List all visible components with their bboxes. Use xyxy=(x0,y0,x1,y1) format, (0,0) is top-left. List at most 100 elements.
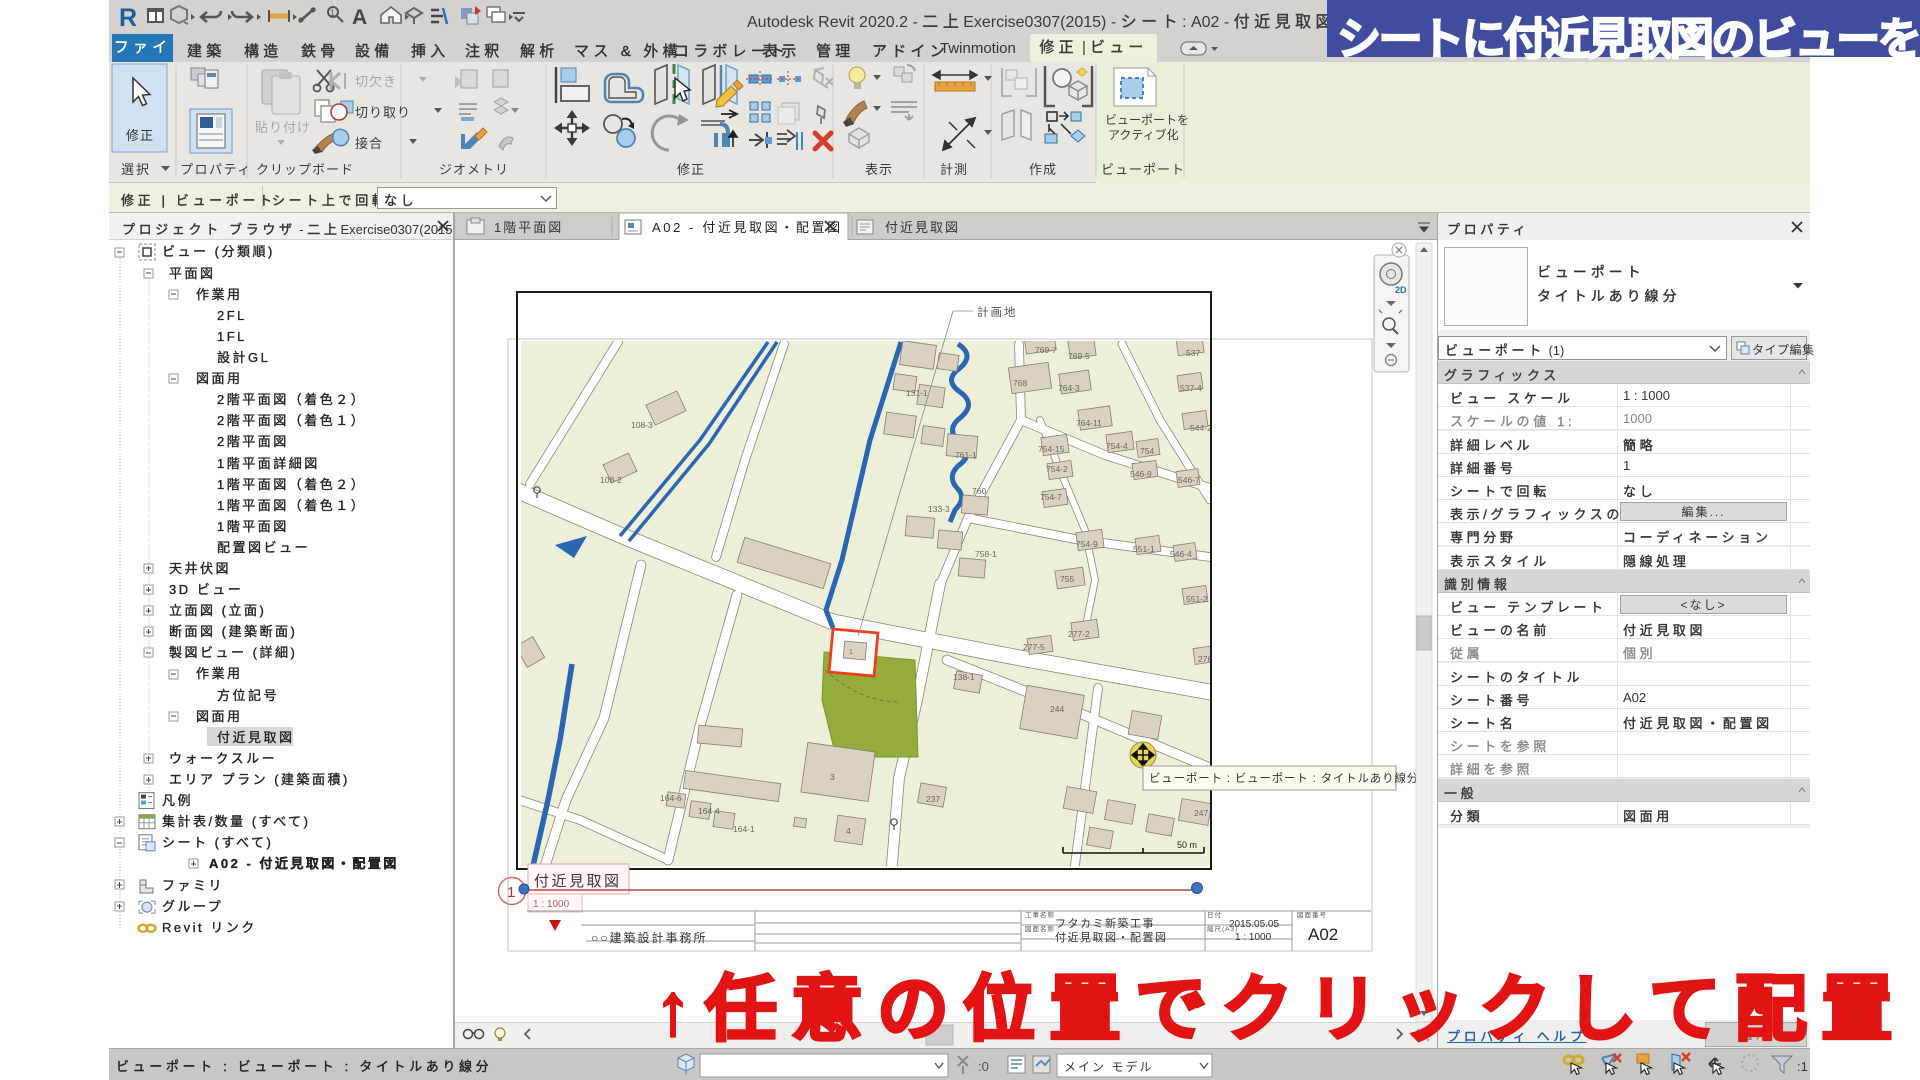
svg-text:768: 768 xyxy=(1013,378,1027,388)
svg-text:754-7: 754-7 xyxy=(1040,492,1062,502)
svg-text:244: 244 xyxy=(1050,704,1064,714)
svg-text:集計表/数量 (すべて): 集計表/数量 (すべて) xyxy=(162,814,310,829)
svg-text:551-1: 551-1 xyxy=(1133,544,1155,554)
svg-text:シート (すべて): シート (すべて) xyxy=(162,835,273,850)
svg-text:754-15: 754-15 xyxy=(1038,444,1065,454)
svg-text:図面用: 図面用 xyxy=(196,709,243,724)
svg-text:ビューポート: ビューポート xyxy=(1101,162,1185,177)
svg-text::0: :0 xyxy=(978,1059,989,1074)
svg-text:図面用: 図面用 xyxy=(196,371,243,386)
svg-text:表示: 表示 xyxy=(865,162,893,177)
svg-text:図面番号: 図面番号 xyxy=(1297,911,1327,919)
svg-text:761-1: 761-1 xyxy=(955,450,977,460)
svg-text:277-2: 277-2 xyxy=(1068,629,1090,639)
svg-text:50 m: 50 m xyxy=(1177,840,1197,850)
svg-text:277-5: 277-5 xyxy=(1023,642,1045,652)
svg-text:1: 1 xyxy=(507,884,515,901)
svg-text:1階平面詳細図: 1階平面詳細図 xyxy=(217,456,320,471)
svg-text:1階平面図: 1階平面図 xyxy=(494,220,563,235)
svg-text:切り取り: 切り取り xyxy=(355,105,411,120)
svg-text:551-2: 551-2 xyxy=(1186,594,1208,604)
svg-text:修正: 修正 xyxy=(677,162,705,177)
svg-text:天井伏図: 天井伏図 xyxy=(169,561,231,576)
svg-text:○○建築設計事務所: ○○建築設計事務所 xyxy=(591,930,708,945)
svg-text:1階平面図（着色１）: 1階平面図（着色１） xyxy=(217,498,366,513)
svg-text:769-5: 769-5 xyxy=(1068,351,1090,361)
svg-text:760: 760 xyxy=(972,486,986,496)
svg-text:764-11: 764-11 xyxy=(1076,418,1102,428)
svg-text:A02 - 付近見取図・配置図: A02 - 付近見取図・配置図 xyxy=(209,856,399,871)
svg-text:2階平面図（着色２）: 2階平面図（着色２） xyxy=(217,392,366,407)
svg-text:製図ビュー (詳細): 製図ビュー (詳細) xyxy=(169,645,297,660)
svg-text:769-7: 769-7 xyxy=(1035,345,1057,355)
svg-text:754: 754 xyxy=(1140,446,1154,456)
svg-text:131-1: 131-1 xyxy=(906,388,928,398)
svg-text:断面図 (建築断面): 断面図 (建築断面) xyxy=(169,624,297,639)
svg-text:グループ: グループ xyxy=(162,899,223,914)
svg-text:2FL: 2FL xyxy=(217,308,247,323)
svg-text:工事名称: 工事名称 xyxy=(1025,910,1055,919)
svg-text:108-3: 108-3 xyxy=(631,420,653,430)
svg-text:エリア プラン (建築面積): エリア プラン (建築面積) xyxy=(169,772,350,787)
svg-text:1: 1 xyxy=(330,8,335,18)
svg-text:修正: 修正 xyxy=(126,128,154,143)
svg-text:設計GL: 設計GL xyxy=(217,350,270,365)
svg-text:A: A xyxy=(352,6,367,29)
svg-text:ジオメトリ: ジオメトリ xyxy=(439,162,509,177)
svg-text:1階平面図: 1階平面図 xyxy=(217,519,289,534)
svg-text:作業用: 作業用 xyxy=(196,666,243,681)
svg-text:1: 1 xyxy=(849,649,853,656)
svg-text:R: R xyxy=(119,4,137,32)
svg-text:754-2: 754-2 xyxy=(1046,464,1068,474)
svg-text:ビュー (分類順): ビュー (分類順) xyxy=(162,244,275,259)
svg-text:Revit リンク: Revit リンク xyxy=(162,920,257,935)
svg-text:2階平面図: 2階平面図 xyxy=(217,434,289,449)
svg-text:A02: A02 xyxy=(1308,925,1338,944)
svg-text:ビューポート : ビューポート : タイトルあり線分: ビューポート : ビューポート : タイトルあり線分 xyxy=(1149,771,1419,785)
svg-text:537: 537 xyxy=(1186,348,1200,358)
svg-text:切欠き: 切欠き xyxy=(355,74,397,89)
svg-text:フタカミ新築工事: フタカミ新築工事 xyxy=(1055,916,1155,930)
svg-text:日付: 日付 xyxy=(1207,910,1222,919)
svg-text:接合: 接合 xyxy=(355,136,383,151)
svg-text:164-6: 164-6 xyxy=(660,793,682,803)
svg-text:メイン モデル: メイン モデル xyxy=(1064,1059,1153,1074)
svg-text:付近見取図: 付近見取図 xyxy=(885,220,960,235)
svg-text:ビューポートを: ビューポートを xyxy=(1105,113,1189,127)
svg-text:平面図: 平面図 xyxy=(169,266,216,281)
svg-text:754-9: 754-9 xyxy=(1076,539,1098,549)
svg-text:1FL: 1FL xyxy=(217,329,247,344)
svg-text:作成: 作成 xyxy=(1029,162,1057,177)
svg-text:108-2: 108-2 xyxy=(600,475,622,485)
svg-text:546-4: 546-4 xyxy=(1170,549,1192,559)
svg-text:計画地: 計画地 xyxy=(977,305,1018,319)
svg-text:貼り付け: 貼り付け xyxy=(255,120,311,135)
svg-text:1階平面図（着色２）: 1階平面図（着色２） xyxy=(217,477,366,492)
svg-text:133-3: 133-3 xyxy=(928,504,950,514)
svg-text:ウォークスルー: ウォークスルー xyxy=(169,751,277,766)
svg-text:付近見取図・配置図: 付近見取図・配置図 xyxy=(1055,931,1168,944)
svg-text:546-7: 546-7 xyxy=(1178,475,1200,485)
svg-text:方位記号: 方位記号 xyxy=(217,688,279,703)
svg-text:立面図 (立面): 立面図 (立面) xyxy=(169,603,266,618)
svg-text:754-4: 754-4 xyxy=(1106,441,1128,451)
svg-text:164-4: 164-4 xyxy=(698,806,720,816)
svg-text:ファミリ: ファミリ xyxy=(162,878,224,893)
svg-text:237: 237 xyxy=(926,794,940,804)
svg-text:755: 755 xyxy=(1060,574,1074,584)
svg-text:544-2: 544-2 xyxy=(1190,423,1212,433)
svg-text:A02 - 付近見取図・配置図: A02 - 付近見取図・配置図 xyxy=(652,220,843,235)
svg-text:配置図ビュー: 配置図ビュー xyxy=(217,540,310,555)
svg-text:546-9: 546-9 xyxy=(1130,469,1152,479)
svg-text:764-3: 764-3 xyxy=(1058,383,1080,393)
svg-text:3D ビュー: 3D ビュー xyxy=(169,582,243,597)
svg-text:アクティブ化: アクティブ化 xyxy=(1108,127,1179,142)
svg-text:図面名称: 図面名称 xyxy=(1025,924,1055,933)
svg-text:計測: 計測 xyxy=(940,162,968,177)
svg-text:縮尺(A3): 縮尺(A3) xyxy=(1207,924,1238,933)
svg-text:2D: 2D xyxy=(1395,285,1407,295)
svg-text:138-1: 138-1 xyxy=(953,672,975,682)
svg-text:164-1: 164-1 xyxy=(733,824,755,834)
svg-text:537-4: 537-4 xyxy=(1180,383,1202,393)
svg-text:247: 247 xyxy=(1194,808,1208,818)
